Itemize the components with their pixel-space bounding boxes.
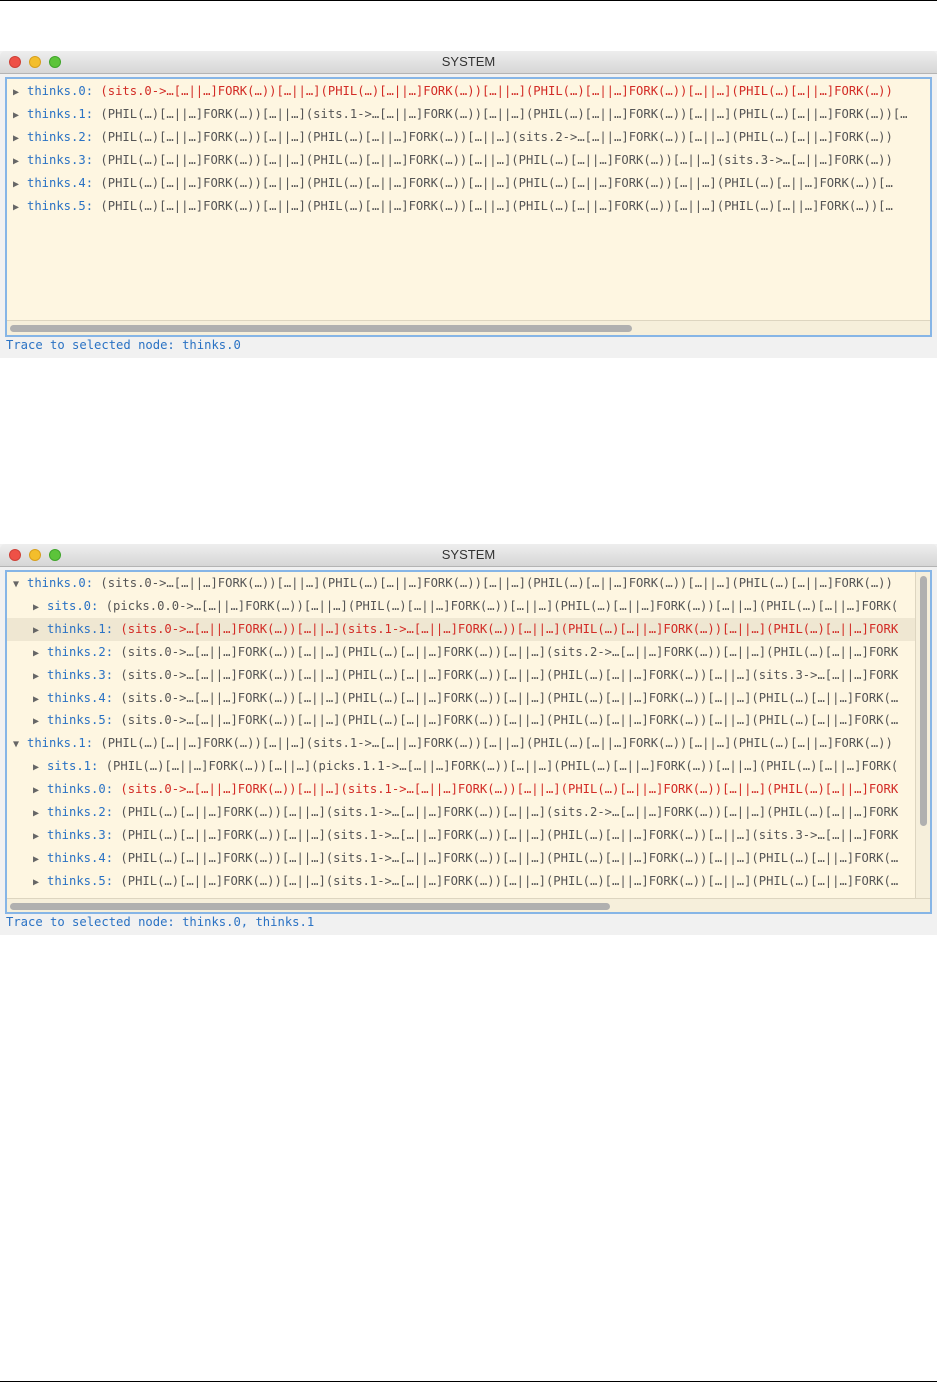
process-tree-pane[interactable]: ▼ thinks.0: (sits.0->…[…||…]FORK(…))[…||…… [5,570,932,914]
node-expression: (PHIL(…)[…||…]FORK(…))[…||…](sits.1->…[…… [120,873,899,888]
tree-row[interactable]: ▶ thinks.5: (PHIL(…)[…||…]FORK(…))[…||…](… [7,195,930,218]
title-bar[interactable]: SYSTEM [0,51,937,74]
tree-row[interactable]: ▶ thinks.1: (PHIL(…)[…||…]FORK(…))[…||…](… [7,103,930,126]
vertical-scrollbar-thumb[interactable] [920,576,927,826]
tree-row[interactable]: ▶ sits.0: (picks.0.0->…[…||…]FORK(…))[…||… [7,595,916,618]
system-window-1: SYSTEM ▶ thinks.0: (sits.0->…[…||…]FORK(…… [0,51,937,358]
disclosure-collapsed-icon[interactable]: ▶ [33,710,47,732]
trace-status: Trace to selected node: thinks.0 [6,338,241,352]
page-top-rule [0,0,937,1]
tree-row[interactable]: ▶ thinks.3: (PHIL(…)[…||…]FORK(…))[…||…](… [7,149,930,172]
tree-row[interactable]: ▶ thinks.3: (PHIL(…)[…||…]FORK(…))[…||…](… [7,824,916,847]
disclosure-collapsed-icon[interactable]: ▶ [13,196,27,218]
node-expression: (sits.0->…[…||…]FORK(…))[…||…](PHIL(…)[…… [120,644,899,659]
node-expression: (PHIL(…)[…||…]FORK(…))[…||…](PHIL(…)[…||… [100,129,893,144]
node-expression: (PHIL(…)[…||…]FORK(…))[…||…](sits.1->…[…… [120,805,899,819]
node-expression: (PHIL(…)[…||…]FORK(…))[…||…](PHIL(…)[…||… [100,198,893,213]
tree-row[interactable]: ▼ thinks.0: (sits.0->…[…||…]FORK(…))[…||…… [7,572,916,595]
disclosure-collapsed-icon[interactable]: ▶ [33,848,47,870]
node-expression: (PHIL(…)[…||…]FORK(…))[…||…](sits.1->…[…… [120,827,899,842]
node-label: thinks.5: [27,198,94,213]
disclosure-collapsed-icon[interactable]: ▶ [33,756,47,778]
window-title: SYSTEM [441,54,496,69]
node-expression: (sits.0->…[…||…]FORK(…))[…||…](sits.1->…… [120,782,899,797]
tree-row[interactable]: ▶ thinks.4: (PHIL(…)[…||…]FORK(…))[…||…](… [7,172,930,195]
node-label: thinks.0: [47,782,114,797]
tree-row[interactable]: ▶ thinks.0: (sits.0->…[…||…]FORK(…))[…||…… [7,778,916,801]
horizontal-scrollbar-thumb[interactable] [10,325,632,332]
node-label: thinks.2: [47,805,114,819]
node-expression: (sits.0->…[…||…]FORK(…))[…||…](PHIL(…)[…… [100,84,893,98]
node-label: sits.0: [47,598,99,613]
node-label: thinks.3: [47,827,114,842]
system-window-2: SYSTEM ▼ thinks.0: (sits.0->…[…||…]FORK(…… [0,544,937,935]
tree-row[interactable]: ▶ thinks.1: (sits.0->…[…||…]FORK(…))[…||…… [7,617,916,641]
disclosure-expanded-icon[interactable]: ▼ [13,733,27,755]
disclosure-collapsed-icon[interactable]: ▶ [33,665,47,687]
node-expression: (sits.0->…[…||…]FORK(…))[…||…](sits.1->…… [120,621,899,636]
node-label: sits.1: [47,759,99,774]
tree-row[interactable]: ▶ thinks.5: (PHIL(…)[…||…]FORK(…))[…||…](… [7,870,916,893]
node-expression: (PHIL(…)[…||…]FORK(…))[…||…](PHIL(…)[…||… [100,152,893,167]
process-tree-pane[interactable]: ▶ thinks.0: (sits.0->…[…||…]FORK(…))[…||…… [5,77,932,337]
node-label: thinks.3: [47,667,114,682]
node-label: thinks.4: [27,175,94,190]
node-label: thinks.1: [27,106,94,121]
node-label: thinks.2: [27,129,94,144]
tree-row[interactable]: ▶ thinks.2: (sits.0->…[…||…]FORK(…))[…||…… [7,641,916,664]
horizontal-scrollbar-thumb[interactable] [10,903,610,910]
tree-row[interactable]: ▶ thinks.2: (PHIL(…)[…||…]FORK(…))[…||…](… [7,801,916,824]
node-label: thinks.0: [27,84,94,98]
disclosure-collapsed-icon[interactable]: ▶ [33,779,47,801]
node-expression: (sits.0->…[…||…]FORK(…))[…||…](PHIL(…)[…… [120,667,899,682]
node-expression: (PHIL(…)[…||…]FORK(…))[…||…](sits.1->…[…… [100,736,893,751]
trace-status: Trace to selected node: thinks.0, thinks… [6,915,315,929]
node-label: thinks.5: [47,713,114,728]
node-expression: (sits.0->…[…||…]FORK(…))[…||…](PHIL(…)[…… [120,690,899,705]
node-label: thinks.0: [27,576,94,590]
node-label: thinks.1: [27,736,94,751]
node-expression: (PHIL(…)[…||…]FORK(…))[…||…](PHIL(…)[…||… [100,175,893,190]
node-label: thinks.1: [47,621,114,636]
tree-row[interactable]: ▶ sits.1: (PHIL(…)[…||…]FORK(…))[…||…](pi… [7,755,916,778]
node-label: thinks.4: [47,690,114,705]
disclosure-collapsed-icon[interactable]: ▶ [13,81,27,103]
node-expression: (sits.0->…[…||…]FORK(…))[…||…](PHIL(…)[…… [120,713,899,728]
tree-row[interactable]: ▶ thinks.4: (sits.0->…[…||…]FORK(…))[…||…… [7,687,916,710]
disclosure-collapsed-icon[interactable]: ▶ [13,173,27,195]
disclosure-collapsed-icon[interactable]: ▶ [33,619,47,641]
tree-row[interactable]: ▼ thinks.1: (PHIL(…)[…||…]FORK(…))[…||…](… [7,732,916,755]
disclosure-collapsed-icon[interactable]: ▶ [33,688,47,710]
node-label: thinks.4: [47,850,114,865]
title-bar[interactable]: SYSTEM [0,544,937,567]
disclosure-expanded-icon[interactable]: ▼ [13,573,27,595]
tree-row[interactable]: ▶ thinks.0: (sits.0->…[…||…]FORK(…))[…||…… [7,80,930,103]
node-expression: (PHIL(…)[…||…]FORK(…))[…||…](sits.1->…[…… [120,850,899,865]
disclosure-collapsed-icon[interactable]: ▶ [33,596,47,618]
disclosure-collapsed-icon[interactable]: ▶ [33,825,47,847]
tree-row[interactable]: ▶ thinks.3: (sits.0->…[…||…]FORK(…))[…||…… [7,664,916,687]
disclosure-collapsed-icon[interactable]: ▶ [13,127,27,149]
node-expression: (sits.0->…[…||…]FORK(…))[…||…](PHIL(…)[…… [100,576,893,590]
node-label: thinks.2: [47,644,114,659]
tree-row[interactable]: ▶ thinks.4: (PHIL(…)[…||…]FORK(…))[…||…](… [7,847,916,870]
disclosure-collapsed-icon[interactable]: ▶ [13,150,27,172]
node-expression: (PHIL(…)[…||…]FORK(…))[…||…](picks.1.1->… [105,759,899,774]
node-expression: (picks.0.0->…[…||…]FORK(…))[…||…](PHIL(…… [105,598,899,613]
window-title: SYSTEM [441,547,496,562]
node-expression: (PHIL(…)[…||…]FORK(…))[…||…](sits.1->…[…… [100,106,908,121]
node-label: thinks.5: [47,873,114,888]
tree-row[interactable]: ▶ thinks.5: (sits.0->…[…||…]FORK(…))[…||…… [7,709,916,732]
disclosure-collapsed-icon[interactable]: ▶ [33,871,47,893]
disclosure-collapsed-icon[interactable]: ▶ [33,802,47,824]
disclosure-collapsed-icon[interactable]: ▶ [33,642,47,664]
node-label: thinks.3: [27,152,94,167]
disclosure-collapsed-icon[interactable]: ▶ [13,104,27,126]
tree-row[interactable]: ▶ thinks.2: (PHIL(…)[…||…]FORK(…))[…||…](… [7,126,930,149]
